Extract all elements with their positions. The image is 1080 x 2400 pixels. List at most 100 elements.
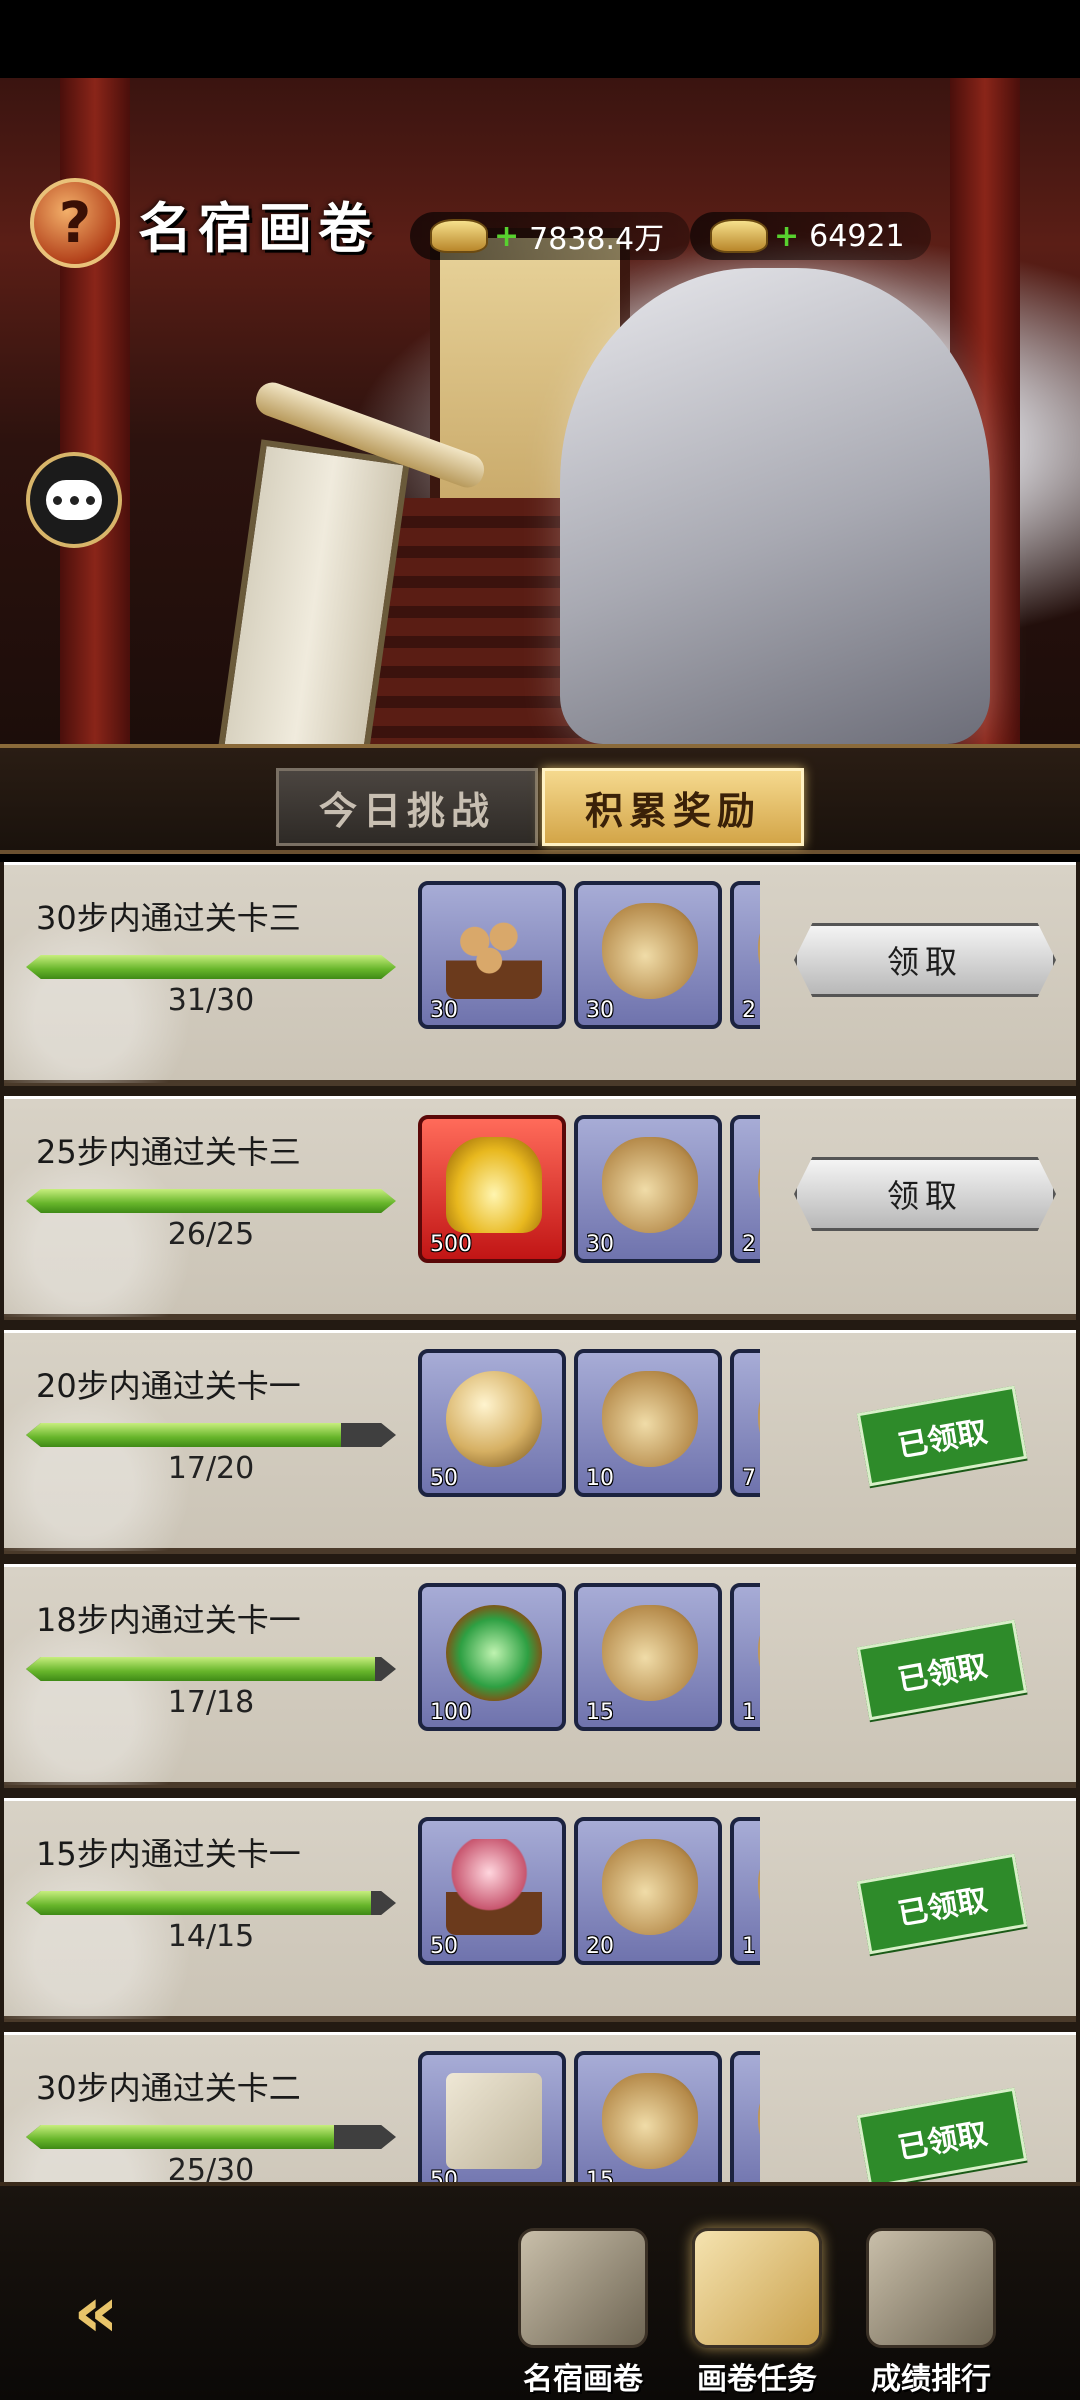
nav-scroll-gallery[interactable]: 名宿画卷 (498, 2202, 668, 2398)
add-currency-icon[interactable]: + (494, 219, 519, 254)
reward-item[interactable]: 7 (730, 1349, 760, 1497)
reward-item[interactable]: 30 (574, 881, 722, 1029)
reward-item-icon (446, 1371, 542, 1467)
reward-item-icon (602, 1605, 698, 1701)
reward-item[interactable]: 50 (418, 2051, 566, 2182)
progress-bar (26, 955, 396, 979)
task-row: 15步内通过关卡一 14/15 50 20 1 已领取 (4, 1798, 1076, 2022)
progress-bar (26, 1657, 396, 1681)
progress-text: 17/18 (167, 1685, 255, 1720)
reward-qty: 7 (742, 1466, 756, 1491)
page-title: 名宿画卷 (138, 195, 378, 260)
back-arrow-icon[interactable]: « (36, 2271, 156, 2353)
currency-value: 7838.4万 (529, 222, 665, 257)
reward-item[interactable]: 2 (730, 1115, 760, 1263)
task-row: 30步内通过关卡二 25/30 50 15 已领取 (4, 2032, 1076, 2182)
progress-fill (26, 1423, 341, 1447)
reward-item[interactable] (730, 2051, 760, 2182)
claimed-stamp: 已领取 (856, 1385, 1028, 1487)
help-button[interactable]: ? (30, 178, 120, 268)
task-title: 18步内通过关卡一 (36, 1601, 301, 1639)
nav-label: 成绩排行 (871, 2362, 991, 2397)
reward-qty: 2 (742, 1232, 756, 1257)
reward-item[interactable]: 30 (574, 1115, 722, 1263)
task-title: 30步内通过关卡三 (36, 899, 301, 937)
nav-scroll-tasks[interactable]: 画卷任务 (672, 2202, 842, 2398)
reward-item-icon (446, 1839, 542, 1935)
reward-item-icon (758, 1839, 760, 1935)
reward-item[interactable]: 1 (730, 1817, 760, 1965)
claimed-stamp: 已领取 (856, 2087, 1028, 2182)
add-currency-icon[interactable]: + (774, 219, 799, 254)
tab-daily-challenge[interactable]: 今日挑战 (276, 768, 538, 846)
reward-qty: 20 (586, 1934, 614, 1959)
reward-item[interactable]: 1 (730, 1583, 760, 1731)
reward-item-icon (602, 903, 698, 999)
claim-button[interactable]: 领取 (794, 1157, 1056, 1231)
reward-item[interactable]: 15 (574, 2051, 722, 2182)
progress-fill (26, 2125, 335, 2149)
gold-ingot-icon (710, 219, 768, 253)
question-icon: ? (58, 190, 92, 256)
reward-items: 500 30 2 (418, 1115, 760, 1265)
reward-qty: 15 (586, 2168, 614, 2182)
progress-text: 26/25 (167, 1217, 255, 1252)
reward-qty: 500 (430, 1232, 472, 1257)
progress-bar (26, 1891, 396, 1915)
claimed-stamp: 已领取 (856, 1619, 1028, 1721)
progress-fill (26, 955, 396, 979)
reward-item[interactable]: 500 (418, 1115, 566, 1263)
silver-ingot-icon (430, 219, 488, 253)
currency-silver[interactable]: + 7838.4万 (410, 212, 691, 260)
task-row: 30步内通过关卡三 31/30 30 30 2 领取 (4, 862, 1076, 1086)
nav-label: 名宿画卷 (523, 2362, 643, 2397)
tab-cumulative-reward[interactable]: 积累奖励 (542, 768, 804, 846)
reward-item[interactable]: 20 (574, 1817, 722, 1965)
reward-item[interactable]: 10 (574, 1349, 722, 1497)
reward-item[interactable]: 50 (418, 1349, 566, 1497)
progress-fill (26, 1891, 372, 1915)
tab-bar: 今日挑战 积累奖励 (0, 744, 1080, 854)
reward-item-icon (446, 1605, 542, 1701)
bottom-nav: « 名宿画卷 画卷任务 成绩排行 (0, 2182, 1080, 2400)
reward-item-icon (758, 1605, 760, 1701)
reward-qty: 100 (430, 1700, 472, 1725)
progress-text: 14/15 (167, 1919, 255, 1954)
nav-ranking[interactable]: 成绩排行 (846, 2202, 1016, 2398)
reward-item[interactable]: 50 (418, 1817, 566, 1965)
reward-qty: 2 (742, 998, 756, 1023)
reward-qty: 30 (430, 998, 458, 1023)
reward-item-icon (758, 1371, 760, 1467)
reward-item[interactable]: 15 (574, 1583, 722, 1731)
reward-items: 100 15 1 (418, 1583, 760, 1733)
reward-item-icon (758, 2073, 760, 2169)
progress-bar (26, 1189, 396, 1213)
task-title: 15步内通过关卡一 (36, 1835, 301, 1873)
progress-bar (26, 1423, 396, 1447)
currency-gold[interactable]: + 64921 (690, 212, 931, 260)
reward-item-icon (446, 903, 542, 999)
reward-qty: 50 (430, 1466, 458, 1491)
reward-item-icon (758, 1137, 760, 1233)
reward-items: 30 30 2 (418, 881, 760, 1031)
reward-item-icon (602, 1839, 698, 1935)
game-screen: ? 名宿画卷 + 7838.4万 + 64921 今日挑战 积累奖励 30步内通… (0, 0, 1080, 2400)
progress-bar (26, 2125, 396, 2149)
currency-value: 64921 (809, 218, 905, 254)
reward-items: 50 10 7 (418, 1349, 760, 1499)
task-title: 30步内通过关卡二 (36, 2069, 301, 2107)
task-title: 25步内通过关卡三 (36, 1133, 301, 1171)
reward-items: 50 15 (418, 2051, 760, 2182)
claim-button[interactable]: 领取 (794, 923, 1056, 997)
task-list[interactable]: 30步内通过关卡三 31/30 30 30 2 领取 25步内通过关卡三 26/25 500 30… (0, 862, 1080, 2182)
reward-qty: 50 (430, 2168, 458, 2182)
ranking-scroll-icon (866, 2228, 996, 2348)
reward-item-icon (446, 2073, 542, 2169)
reward-item-icon (446, 1137, 542, 1233)
reward-item[interactable]: 30 (418, 881, 566, 1029)
chat-button[interactable] (26, 452, 122, 548)
progress-text: 31/30 (167, 983, 255, 1018)
progress-fill (26, 1189, 396, 1213)
reward-item[interactable]: 2 (730, 881, 760, 1029)
reward-item[interactable]: 100 (418, 1583, 566, 1731)
